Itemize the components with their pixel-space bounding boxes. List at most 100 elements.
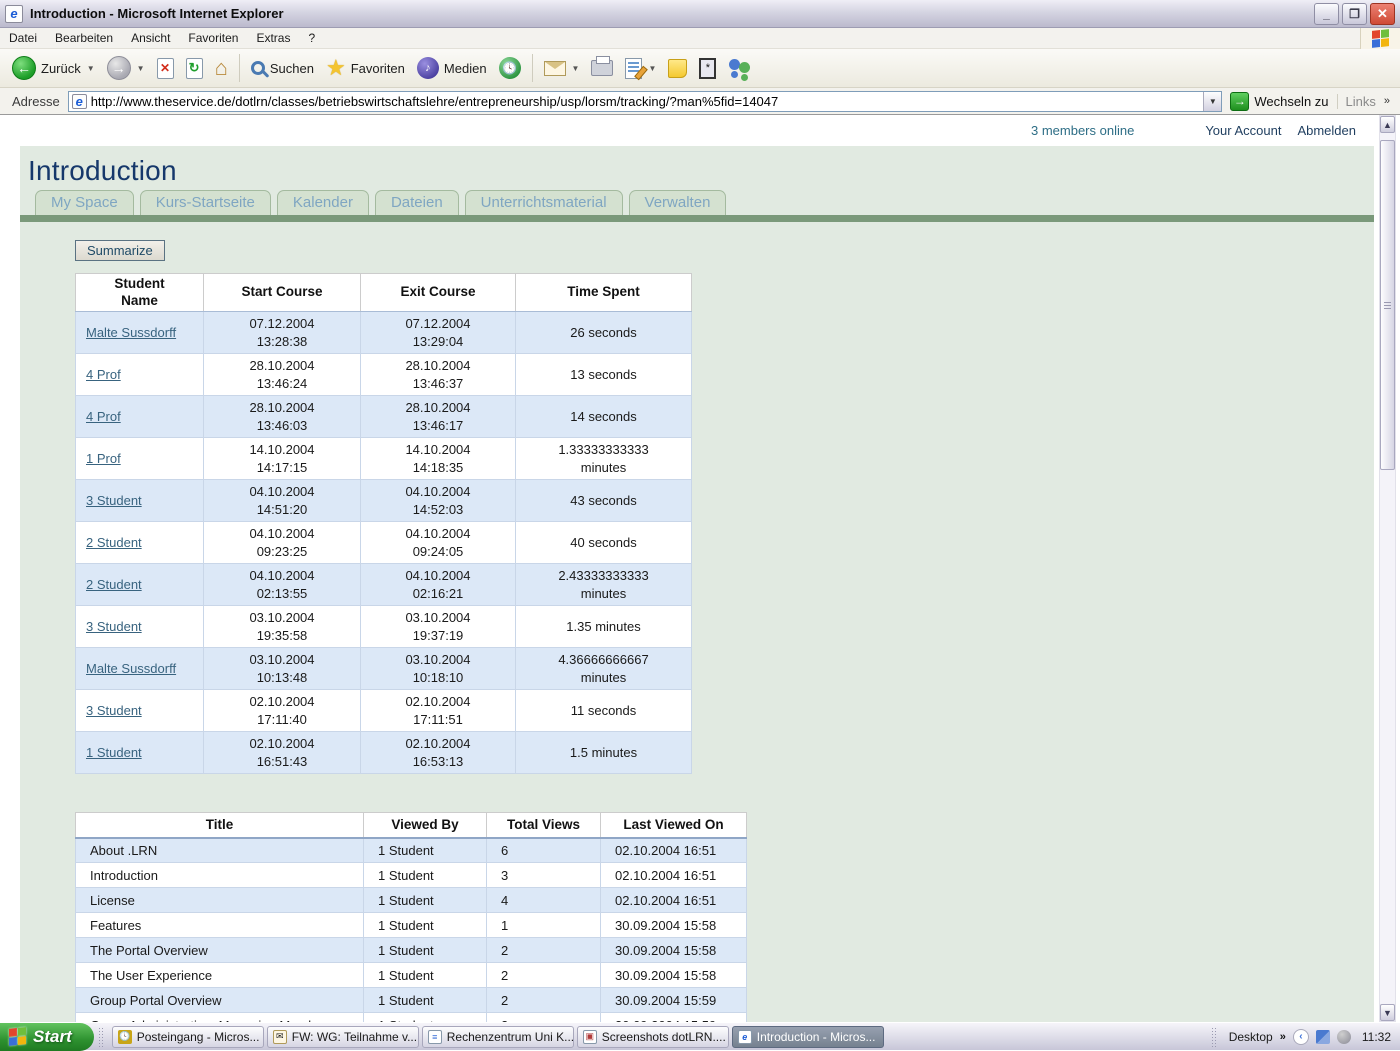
address-label: Adresse: [4, 94, 68, 109]
col-start-course: Start Course: [204, 274, 361, 312]
mail-dropdown-icon[interactable]: ▼: [572, 64, 580, 73]
task-screenshots[interactable]: ▣ Screenshots dotLRN....: [577, 1026, 729, 1048]
kiosk-button[interactable]: *: [693, 55, 722, 82]
close-button[interactable]: ✕: [1370, 3, 1395, 25]
tab-kurs-startseite[interactable]: Kurs-Startseite: [140, 190, 271, 215]
edit-button[interactable]: ▼: [619, 55, 662, 82]
tab-verwalten[interactable]: Verwalten: [629, 190, 727, 215]
menu-favoriten[interactable]: Favoriten: [179, 28, 247, 48]
restore-button[interactable]: ❐: [1342, 3, 1367, 25]
task-posteingang[interactable]: 🕓 Posteingang - Micros...: [112, 1026, 264, 1048]
student-link[interactable]: Malte Sussdorff: [86, 661, 176, 676]
forward-button[interactable]: → ▼: [101, 53, 151, 83]
course-panel: Introduction My Space Kurs-Startseite Ka…: [20, 146, 1374, 1022]
links-label[interactable]: Links: [1337, 94, 1384, 109]
student-link[interactable]: 2 Student: [86, 577, 142, 592]
table-row: 4 Prof 28.10.2004 13:46:24 28.10.2004 13…: [76, 354, 692, 396]
messenger-button[interactable]: [722, 54, 758, 82]
student-link[interactable]: 4 Prof: [86, 409, 121, 424]
go-arrow-icon: →: [1230, 92, 1249, 111]
taskbar-grip[interactable]: [98, 1027, 105, 1047]
tab-dateien[interactable]: Dateien: [375, 190, 459, 215]
scroll-up-icon[interactable]: ▲: [1380, 116, 1395, 133]
table-row: 3 Student 04.10.2004 14:51:20 04.10.2004…: [76, 480, 692, 522]
table-row: The User Experience 1 Student 2 30.09.20…: [76, 963, 747, 988]
table-row: Features 1 Student 1 30.09.2004 15:58: [76, 913, 747, 938]
menu-ansicht[interactable]: Ansicht: [122, 28, 179, 48]
minimize-button[interactable]: _: [1314, 3, 1339, 25]
student-link[interactable]: 3 Student: [86, 703, 142, 718]
menu-datei[interactable]: Datei: [0, 28, 46, 48]
scrollbar-thumb[interactable]: [1380, 140, 1395, 470]
home-icon: ⌂: [215, 57, 228, 79]
messenger-icon: [728, 57, 752, 79]
address-dropdown-icon[interactable]: ▼: [1203, 92, 1221, 111]
menu-extras[interactable]: Extras: [247, 28, 299, 48]
forward-dropdown-icon[interactable]: ▼: [137, 64, 145, 73]
scroll-down-icon[interactable]: ▼: [1380, 1004, 1395, 1021]
quicklaunch-grip[interactable]: [1211, 1027, 1218, 1047]
outlook-icon: 🕓: [118, 1030, 132, 1044]
print-button[interactable]: [585, 57, 619, 79]
windows-flag-icon: [9, 1027, 26, 1046]
tab-bar: [20, 215, 1374, 222]
history-button[interactable]: 🕓: [493, 54, 527, 82]
vertical-scrollbar[interactable]: ▲ ▼: [1379, 115, 1396, 1022]
window-title: Introduction - Microsoft Internet Explor…: [30, 6, 1311, 21]
ie-icon: e: [5, 5, 23, 23]
table-header-row: Student Name Start Course Exit Course Ti…: [76, 274, 692, 312]
favorites-button[interactable]: ★ Favoriten: [320, 54, 411, 82]
task-rechenzentrum[interactable]: ≡ Rechenzentrum Uni K...: [422, 1026, 574, 1048]
edit-dropdown-icon[interactable]: ▼: [648, 64, 656, 73]
mail-button[interactable]: ▼: [538, 58, 586, 79]
student-link[interactable]: 3 Student: [86, 493, 142, 508]
search-button[interactable]: Suchen: [245, 58, 320, 79]
student-link[interactable]: 1 Student: [86, 745, 142, 760]
show-desktop-button[interactable]: Desktop: [1229, 1030, 1273, 1044]
start-button[interactable]: Start: [0, 1023, 94, 1051]
student-link[interactable]: Malte Sussdorff: [86, 325, 176, 340]
home-button[interactable]: ⌂: [209, 54, 234, 82]
your-account-link[interactable]: Your Account: [1205, 123, 1281, 138]
menu-hilfe[interactable]: ?: [299, 28, 324, 48]
table-row: Group Portal Overview 1 Student 2 30.09.…: [76, 988, 747, 1013]
task-mail-message[interactable]: ✉ FW: WG: Teilnahme v...: [267, 1026, 419, 1048]
hide-tray-icons-icon[interactable]: ‹: [1293, 1029, 1309, 1045]
table-row: License 1 Student 4 02.10.2004 16:51: [76, 888, 747, 913]
refresh-button[interactable]: ↻: [180, 55, 209, 82]
back-button[interactable]: ← Zurück ▼: [6, 53, 101, 83]
tray-windows-icon[interactable]: [1316, 1030, 1330, 1044]
tab-unterrichtsmaterial[interactable]: Unterrichtsmaterial: [465, 190, 623, 215]
media-button[interactable]: ♪ Medien: [411, 54, 493, 82]
page-icon: e: [72, 94, 87, 109]
student-link[interactable]: 1 Prof: [86, 451, 121, 466]
table-row: 2 Student 04.10.2004 09:23:25 04.10.2004…: [76, 522, 692, 564]
links-chevron-icon[interactable]: »: [1384, 95, 1396, 107]
menu-bearbeiten[interactable]: Bearbeiten: [46, 28, 122, 48]
toolbar-chevron-icon[interactable]: »: [1280, 1031, 1286, 1043]
stop-button[interactable]: ✕: [151, 55, 180, 82]
tab-my-space[interactable]: My Space: [35, 190, 134, 215]
student-link[interactable]: 4 Prof: [86, 367, 121, 382]
members-online-link[interactable]: 3 members online: [1031, 123, 1134, 138]
logout-link[interactable]: Abmelden: [1297, 123, 1356, 138]
stop-icon: ✕: [157, 58, 174, 79]
col-last-viewed: Last Viewed On: [601, 813, 747, 838]
back-dropdown-icon[interactable]: ▼: [87, 64, 95, 73]
table-row: 3 Student 03.10.2004 19:35:58 03.10.2004…: [76, 606, 692, 648]
tray-network-icon[interactable]: [1337, 1030, 1351, 1044]
views-table: Title Viewed By Total Views Last Viewed …: [75, 812, 747, 1022]
address-input[interactable]: [91, 93, 1204, 110]
system-tray: Desktop » ‹ 11:32: [1207, 1023, 1400, 1050]
tab-kalender[interactable]: Kalender: [277, 190, 369, 215]
discuss-icon: [668, 59, 687, 78]
kiosk-icon: *: [699, 58, 716, 79]
discuss-button[interactable]: [662, 56, 693, 81]
student-link[interactable]: 2 Student: [86, 535, 142, 550]
summarize-button[interactable]: Summarize: [75, 240, 165, 261]
go-button[interactable]: → Wechseln zu: [1222, 92, 1336, 111]
task-introduction-active[interactable]: e Introduction - Micros...: [732, 1026, 884, 1048]
favorites-star-icon: ★: [326, 57, 346, 79]
col-viewed-by: Viewed By: [364, 813, 487, 838]
student-link[interactable]: 3 Student: [86, 619, 142, 634]
